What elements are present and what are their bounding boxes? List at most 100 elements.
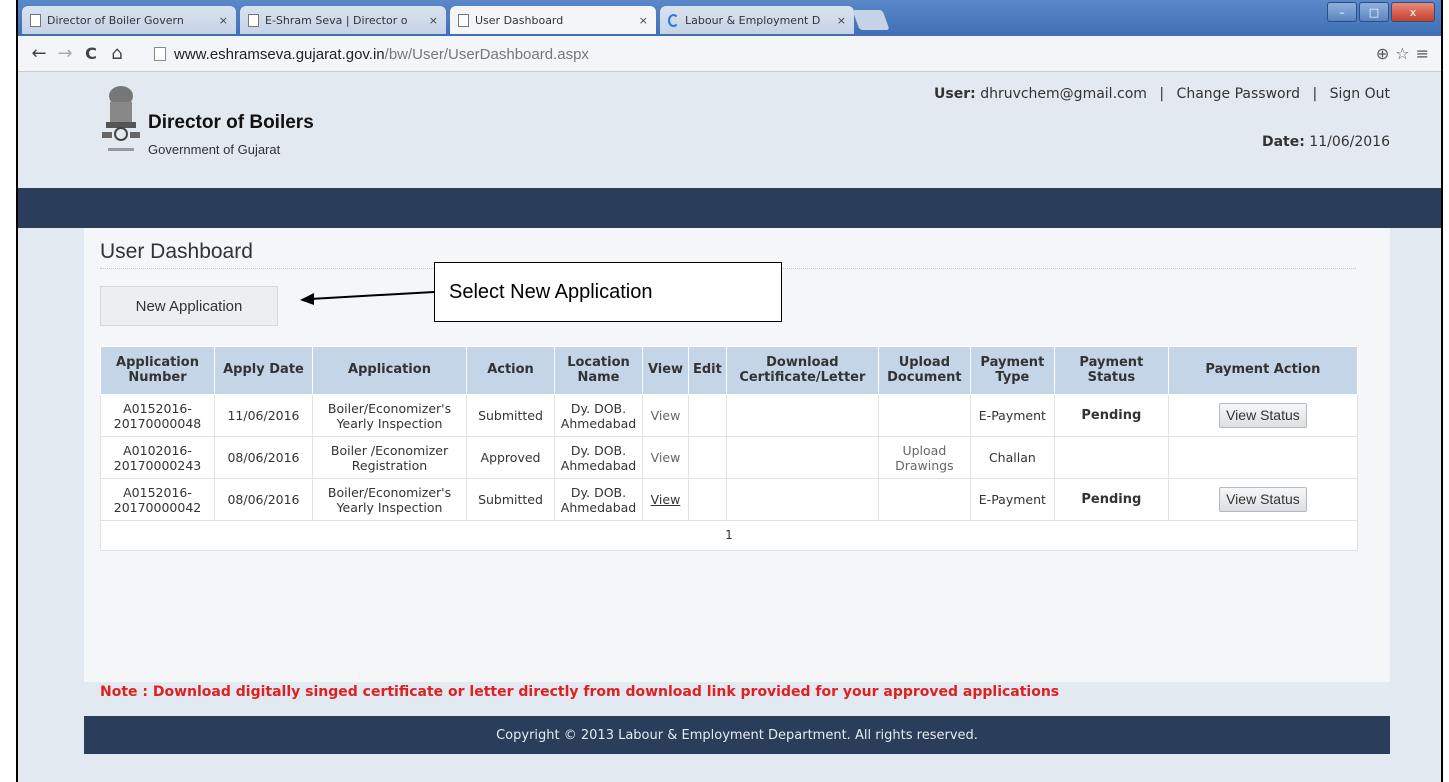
page-icon [248,13,259,27]
applications-table: Application Number Apply Date Applicatio… [100,346,1359,551]
table-row: A0102016-20170000243 08/06/2016 Boiler /… [100,436,1359,479]
edit-cell [688,478,727,521]
user-email: dhruvchem@gmail.com [980,86,1147,102]
callout-arrow-icon [300,291,435,305]
column-header: Edit [688,346,727,395]
page-info-icon[interactable] [154,47,166,61]
address-bar[interactable]: www.eshramseva.gujarat.gov.in/bw/User/Us… [154,41,1440,67]
payment-action-cell: View Status [1167,478,1359,521]
column-header: Payment Status [1053,346,1169,395]
application-number: A0152016-20170000048 [100,394,215,437]
user-label: User: [934,86,976,102]
user-info: User: dhruvchem@gmail.com | Change Passw… [934,86,1390,102]
page-icon [458,13,469,27]
approval-note: Note : Download digitally singed certifi… [100,684,1060,700]
payment-type: Challan [969,436,1055,479]
tab-close-icon[interactable]: × [429,14,438,27]
url-host: www.eshramseva.gujarat.gov.in [174,45,385,63]
tab-close-icon[interactable]: × [837,14,846,27]
sign-out-link[interactable]: Sign Out [1330,86,1390,102]
table-row: A0152016-20170000048 11/06/2016 Boiler/E… [100,394,1359,437]
view-link[interactable]: View [651,492,681,507]
view-link[interactable]: View [651,408,681,423]
bookmark-star-icon[interactable]: ☆ [1395,44,1409,63]
download-cell [725,478,879,521]
site-subtitle: Government of Gujarat [148,142,281,157]
payment-status: Pending [1081,408,1142,424]
tab-label: Labour & Employment D [685,13,821,27]
change-password-link[interactable]: Change Password [1177,86,1300,102]
view-cell: View [642,394,689,437]
web-page: Director of Boilers Government of Gujara… [18,72,1441,782]
tab-director-of-boiler[interactable]: Director of Boiler Govern × [22,6,236,34]
tab-label: User Dashboard [475,13,564,27]
new-tab-button[interactable] [852,10,890,30]
view-cell: View [642,478,689,521]
forward-arrow-icon[interactable]: → [52,43,78,64]
download-cell [725,436,879,479]
separator: | [1159,86,1165,102]
state-emblem-icon [102,86,140,151]
payment-action-cell [1167,436,1359,479]
page-number-link[interactable]: 1 [725,528,733,542]
maximize-button[interactable]: □ [1359,2,1389,22]
table-header-row: Application Number Apply Date Applicatio… [100,346,1359,395]
url-path: /bw/User/UserDashboard.aspx [384,45,589,63]
close-window-button[interactable]: x [1391,2,1435,22]
upload-drawings-link[interactable]: Upload Drawings [895,443,954,473]
tab-bar: Director of Boiler Govern × E-Shram Seva… [18,0,1441,36]
apply-date: 08/06/2016 [214,436,313,479]
current-date: Date: 11/06/2016 [1262,134,1390,150]
page-footer: Copyright © 2013 Labour & Employment Dep… [84,716,1390,754]
payment-status-cell [1053,436,1169,479]
column-header: Application [312,346,467,395]
separator: | [1312,86,1318,102]
tab-e-shram-seva[interactable]: E-Shram Seva | Director o × [240,6,446,34]
toolbar-right-icons: ⊕ ☆ ≡ [1376,44,1429,63]
tab-label: Director of Boiler Govern [47,13,184,27]
column-header: Apply Date [214,346,313,395]
minimize-button[interactable]: – [1327,2,1357,22]
new-application-button[interactable]: New Application [100,286,278,326]
tab-labour-employment[interactable]: Labour & Employment D × [660,6,854,34]
table-row: A0152016-20170000042 08/06/2016 Boiler/E… [100,478,1359,521]
loading-spinner-icon [668,13,679,27]
column-header: Action [466,346,555,395]
pager-row: 1 [100,520,1358,551]
column-header: View [642,346,689,395]
page-title: User Dashboard [100,240,253,263]
page-icon [30,13,41,27]
column-header: Payment Action [1167,346,1359,395]
view-link[interactable]: View [651,450,681,465]
browser-toolbar: ← → C ⌂ www.eshramseva.gujarat.gov.in/bw… [18,36,1441,72]
tab-label: E-Shram Seva | Director o [265,13,408,27]
browser-window: Director of Boiler Govern × E-Shram Seva… [16,0,1443,782]
tab-user-dashboard[interactable]: User Dashboard × [450,6,656,34]
tab-close-icon[interactable]: × [219,14,228,27]
view-status-button[interactable]: View Status [1219,403,1307,428]
reload-icon[interactable]: C [78,44,104,63]
site-header: Director of Boilers Government of Gujara… [84,72,1390,182]
menu-icon[interactable]: ≡ [1416,44,1429,63]
application-number: A0102016-20170000243 [100,436,215,479]
tab-close-icon[interactable]: × [639,14,648,27]
upload-cell [877,394,971,437]
payment-type: E-Payment [969,394,1055,437]
edit-cell [688,436,727,479]
window-controls: – □ x [1327,2,1435,22]
column-header: Location Name [554,346,643,395]
apply-date: 08/06/2016 [214,478,313,521]
payment-status-cell: Pending [1053,478,1169,521]
application-name: Boiler/Economizer's Yearly Inspection [312,394,467,437]
application-name: Boiler /Economizer Registration [312,436,467,479]
location-name: Dy. DOB. Ahmedabad [554,436,643,479]
view-status-button[interactable]: View Status [1219,487,1307,512]
zoom-icon[interactable]: ⊕ [1376,44,1389,63]
upload-cell: Upload Drawings [877,436,971,479]
payment-type: E-Payment [969,478,1055,521]
home-icon[interactable]: ⌂ [104,43,130,64]
date-label: Date: [1261,134,1305,150]
payment-action-cell: View Status [1167,394,1359,437]
back-arrow-icon[interactable]: ← [26,43,52,64]
date-value: 11/06/2016 [1309,134,1390,150]
